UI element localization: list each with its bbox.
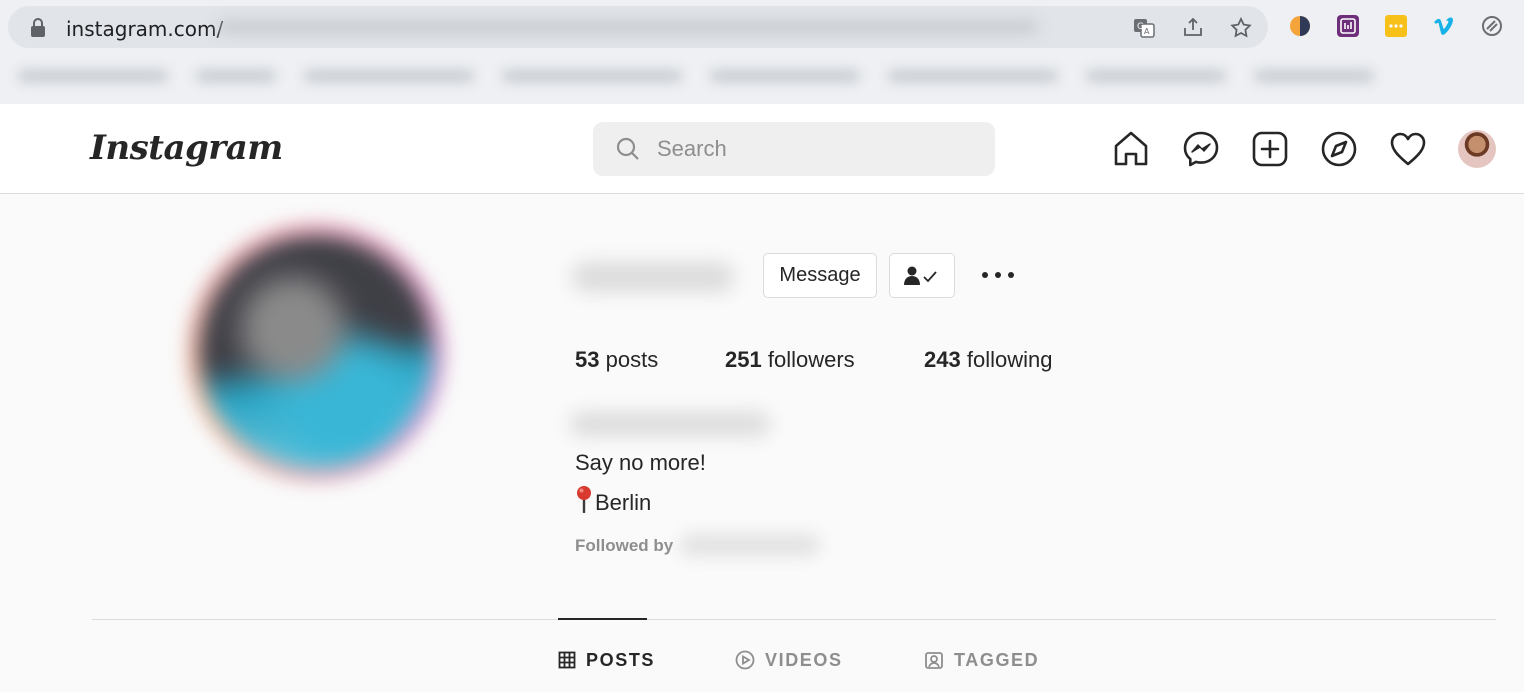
extension-color-wheel-icon[interactable] xyxy=(1288,14,1312,38)
tab-tagged-label: TAGGED xyxy=(954,649,1040,670)
extension-purple-app-icon[interactable] xyxy=(1336,14,1360,38)
following-button[interactable] xyxy=(889,253,955,298)
url-text[interactable]: instagram.com/ xyxy=(66,17,223,41)
search-icon xyxy=(616,137,639,160)
svg-text:A: A xyxy=(1144,27,1150,36)
followed-by-text[interactable]: Followed by xyxy=(575,536,673,556)
active-tab-indicator xyxy=(558,618,647,620)
posts-stat: 53 posts xyxy=(575,347,658,373)
message-button[interactable]: Message xyxy=(763,253,877,298)
tab-posts-label: POSTS xyxy=(586,649,656,670)
posts-count: 53 xyxy=(575,347,600,372)
round-pushpin-icon xyxy=(577,486,591,513)
extension-circle-slash-icon[interactable] xyxy=(1480,14,1504,38)
tagged-icon xyxy=(925,652,943,669)
extension-vimeo-icon[interactable] xyxy=(1432,14,1456,38)
new-post-icon[interactable] xyxy=(1251,130,1289,168)
following-count: 243 xyxy=(924,347,961,372)
messenger-icon[interactable] xyxy=(1182,130,1220,168)
search-input[interactable] xyxy=(657,122,977,176)
browser-toolbar: instagram.com/ G A xyxy=(0,0,1524,104)
instagram-header: Instagram xyxy=(0,104,1524,194)
posts-label: posts xyxy=(605,347,659,372)
search-box[interactable] xyxy=(593,122,995,176)
following-stat[interactable]: 243 following xyxy=(924,347,1052,373)
bookmark-star-icon[interactable] xyxy=(1229,16,1253,40)
tabs-divider xyxy=(92,619,1496,620)
tab-videos-label: VIDEOS xyxy=(765,649,843,670)
grid-icon xyxy=(558,651,576,669)
home-icon[interactable] xyxy=(1112,130,1150,168)
username-blurred xyxy=(572,262,734,292)
share-icon[interactable] xyxy=(1181,16,1205,40)
profile-avatar[interactable] xyxy=(1458,130,1496,168)
bookmarks-bar xyxy=(0,52,1524,100)
explore-icon[interactable] xyxy=(1320,130,1358,168)
tab-posts[interactable]: POSTS xyxy=(558,648,655,672)
bio-location: Berlin xyxy=(575,485,651,516)
url-blurred-section xyxy=(218,20,1038,34)
following-label: following xyxy=(966,347,1053,372)
followers-label: followers xyxy=(767,347,855,372)
tab-tagged[interactable]: TAGGED xyxy=(924,648,1039,672)
activity-heart-icon[interactable] xyxy=(1389,130,1427,168)
play-circle-icon xyxy=(735,650,755,670)
tab-videos[interactable]: VIDEOS xyxy=(735,648,843,672)
address-bar[interactable]: instagram.com/ G A xyxy=(8,6,1268,48)
followed-by-names-blurred xyxy=(680,534,820,556)
instagram-logo[interactable]: Instagram xyxy=(90,128,283,168)
extension-yellow-dots-icon[interactable] xyxy=(1384,14,1408,38)
profile-picture[interactable] xyxy=(200,236,432,468)
followers-count: 251 xyxy=(725,347,762,372)
location-text: Berlin xyxy=(595,490,652,515)
lock-icon[interactable] xyxy=(30,18,46,38)
translate-icon[interactable]: G A xyxy=(1132,16,1156,40)
full-name-blurred xyxy=(570,412,770,436)
followers-stat[interactable]: 251 followers xyxy=(725,347,855,373)
bio-text: Say no more! xyxy=(575,450,706,475)
person-check-icon xyxy=(904,266,937,285)
svg-text:G: G xyxy=(1137,22,1144,32)
more-options-button[interactable] xyxy=(978,262,1018,288)
